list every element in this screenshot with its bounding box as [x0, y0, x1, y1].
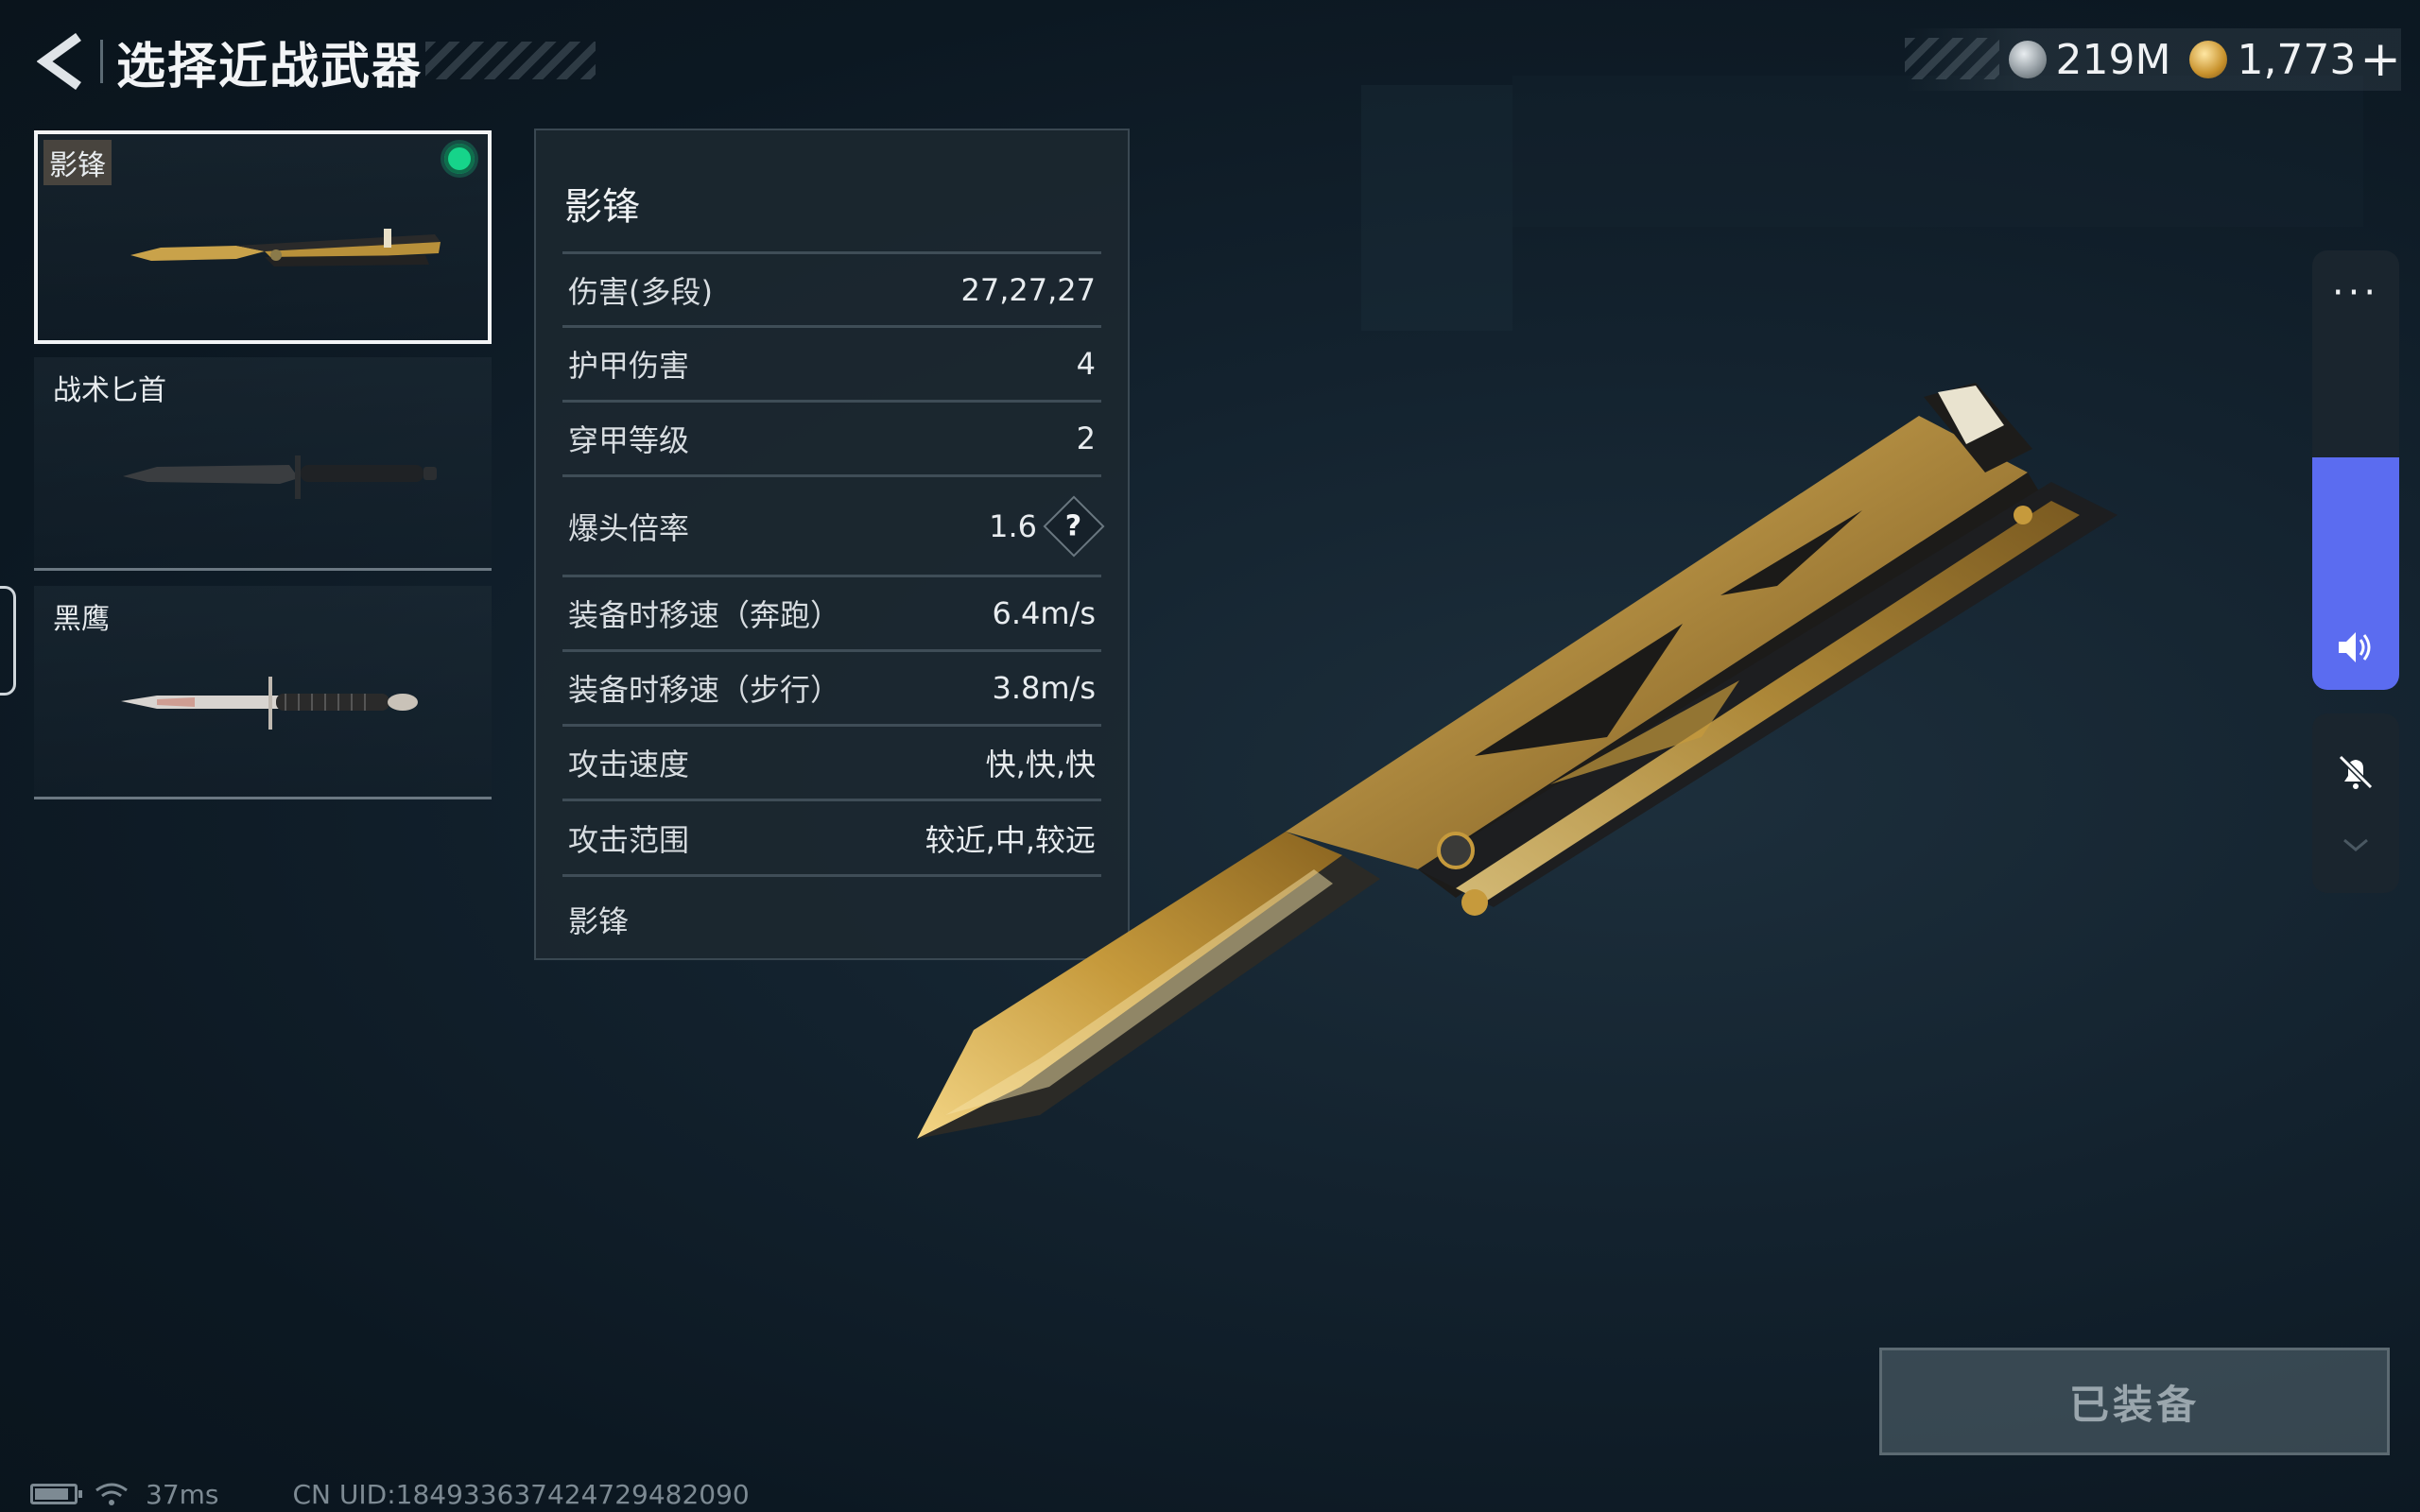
stat-row: 伤害(多段) 27,27,27: [562, 251, 1101, 325]
page-title: 选择近战武器: [116, 38, 424, 95]
weapon-card-tactical-dagger[interactable]: 战术匕首: [34, 357, 492, 571]
equipped-indicator-icon: [444, 144, 475, 174]
stat-value: 27,27,27: [960, 271, 1097, 308]
equipped-button[interactable]: 已装备: [1879, 1348, 2390, 1455]
black-eagle-knife-icon: [121, 677, 418, 730]
silver-amount: 219M: [2055, 35, 2171, 84]
back-arrow-icon: [37, 33, 81, 90]
ping-text: 37ms: [146, 1478, 219, 1510]
butterfly-knife-icon: [917, 383, 2118, 1139]
silver-coin-icon: [2008, 41, 2047, 78]
bell-off-icon[interactable]: [2335, 751, 2377, 793]
gold-currency: 1,773 +: [2189, 31, 2401, 88]
battery-icon: [30, 1484, 82, 1504]
wifi-icon: [95, 1483, 128, 1505]
background-shape: [1512, 76, 2363, 227]
gold-amount: 1,773: [2237, 35, 2357, 84]
stat-label: 攻击速度: [568, 747, 690, 782]
back-button[interactable]: [28, 28, 95, 94]
stats-title: 影锋: [564, 185, 640, 229]
gold-coin-icon: [2189, 41, 2228, 78]
side-drawer-tab[interactable]: [0, 586, 16, 696]
silver-currency: 219M: [2008, 35, 2171, 84]
stat-label: 攻击范围: [568, 821, 690, 858]
floating-controls: ···: [2312, 250, 2399, 893]
butterfly-knife-icon: [130, 229, 441, 266]
volume-control: ···: [2312, 250, 2399, 690]
stat-label: 伤害(多段): [568, 273, 713, 310]
stat-label: 爆头倍率: [568, 509, 690, 546]
weapon-name: 影锋: [43, 140, 112, 185]
card-divider: [34, 797, 492, 799]
currency-decoration: [1904, 38, 1999, 79]
stat-label: 穿甲等级: [568, 422, 690, 458]
card-divider: [34, 568, 492, 571]
header: 选择近战武器: [28, 28, 596, 95]
background-shape: [1361, 85, 1512, 331]
volume-slider[interactable]: [2312, 457, 2399, 690]
stat-label: 装备时移速（步行）: [568, 672, 841, 708]
header-decoration: [425, 42, 596, 79]
notification-control: [2312, 713, 2399, 893]
currency-bar: 219M 1,773 +: [1904, 28, 2401, 91]
weapon-name: 战术匕首: [53, 374, 166, 407]
add-currency-button[interactable]: +: [2360, 31, 2401, 88]
speaker-icon: [2339, 632, 2371, 662]
equipped-button-label: 已装备: [2068, 1381, 2200, 1428]
stat-label: 装备时移速（奔跑）: [568, 597, 841, 633]
weapon-name: 黑鹰: [53, 603, 110, 636]
stat-label: 护甲伤害: [568, 348, 690, 384]
chevron-down-icon[interactable]: [2341, 836, 2371, 855]
weapon-card-heiying[interactable]: 黑鹰: [34, 586, 492, 799]
weapon-card-yingfeng[interactable]: 影锋: [34, 130, 492, 344]
header-divider: [100, 40, 103, 83]
more-options-button[interactable]: ···: [2312, 250, 2399, 335]
user-uid: CN UID:184933637424729482090: [292, 1478, 750, 1510]
tactical-dagger-icon: [123, 455, 437, 499]
status-bar: 37ms CN UID:184933637424729482090: [30, 1478, 750, 1510]
